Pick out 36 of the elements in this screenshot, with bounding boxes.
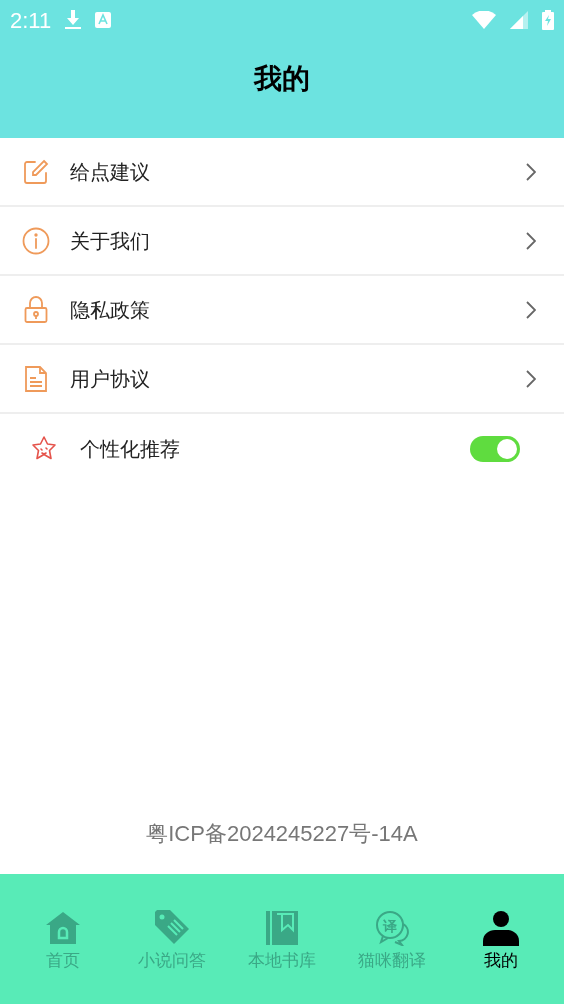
chevron-right-icon — [526, 369, 536, 388]
menu-label: 关于我们 — [70, 227, 150, 255]
status-time: 2:11 — [10, 6, 52, 35]
chevron-right-icon — [526, 300, 536, 319]
home-icon — [44, 910, 81, 946]
book-icon — [265, 910, 299, 946]
nav-label: 小说问答 — [138, 949, 207, 972]
nav-label: 猫咪翻译 — [357, 949, 426, 972]
edit-icon — [23, 158, 49, 185]
menu-label: 用户协议 — [70, 365, 150, 393]
icp-record-text: 粤ICP备2024245227号-14A — [146, 820, 418, 848]
battery-charging-icon — [542, 10, 554, 30]
page-title: 我的 — [254, 61, 310, 97]
person-icon — [482, 910, 521, 946]
menu-label: 个性化推荐 — [80, 436, 180, 463]
chevron-right-icon — [526, 162, 536, 181]
menu-item[interactable]: 隐私政策 — [0, 276, 564, 345]
menu-item[interactable]: 用户协议 — [0, 345, 564, 414]
document-icon — [24, 364, 48, 393]
download-icon — [65, 10, 82, 30]
menu-label: 隐私政策 — [70, 296, 150, 324]
info-icon — [22, 226, 50, 255]
nav-tab[interactable]: 我的 — [446, 908, 556, 974]
toggle-switch[interactable] — [470, 436, 520, 462]
menu-item[interactable]: 关于我们 — [0, 207, 564, 276]
tag-icon — [153, 908, 192, 946]
menu-item[interactable]: 给点建议 — [0, 138, 564, 207]
chevron-right-icon — [526, 231, 536, 250]
signal-icon — [510, 11, 528, 29]
menu-label: 给点建议 — [70, 158, 150, 186]
lock-icon — [24, 295, 48, 324]
wifi-icon — [472, 11, 496, 29]
nav-label: 首页 — [45, 949, 80, 972]
nav-label: 本地书库 — [248, 949, 316, 972]
nav-label: 我的 — [484, 949, 519, 972]
app-notification-icon — [95, 12, 112, 28]
